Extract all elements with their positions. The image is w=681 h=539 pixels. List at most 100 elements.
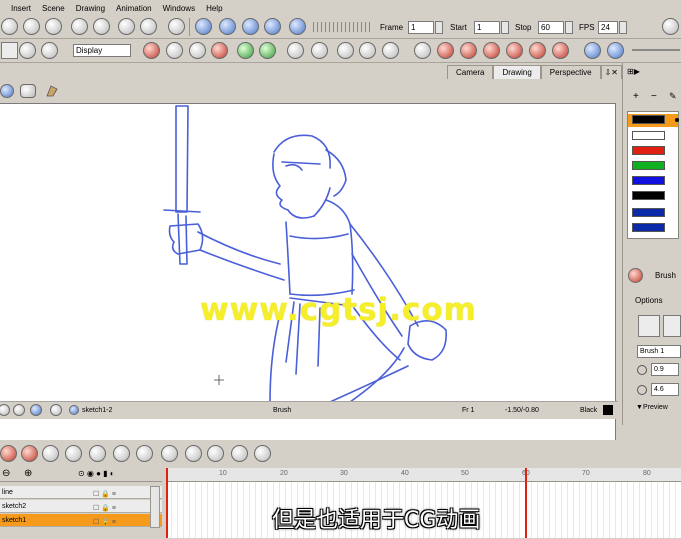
network-icon[interactable] xyxy=(185,445,202,462)
motion-icon[interactable] xyxy=(42,445,59,462)
display-select[interactable]: Display xyxy=(73,44,131,57)
window-icon[interactable] xyxy=(662,18,679,35)
preview-toggle[interactable]: ▼Preview xyxy=(636,403,668,413)
scissors-icon[interactable] xyxy=(140,18,157,35)
add-layer-icon[interactable]: ⊕ xyxy=(24,468,32,479)
layer-scrollbar[interactable] xyxy=(150,486,160,528)
key-ir-icon[interactable] xyxy=(552,42,569,59)
stop-spinner[interactable] xyxy=(565,21,573,34)
swatch-7[interactable] xyxy=(632,208,665,217)
lock-icon[interactable] xyxy=(19,42,36,59)
pencil-icon[interactable] xyxy=(143,42,160,59)
menu-windows[interactable]: Windows xyxy=(162,4,196,13)
layer-row-sketch2[interactable]: sketch2 xyxy=(0,500,162,513)
cross-icon[interactable] xyxy=(168,18,185,35)
layer-toggles[interactable]: ☐ 🔒 ≡ ☐ 🔒 ≡ ☐ 🔒 ≡ xyxy=(93,488,116,530)
remove-layer-icon[interactable]: ⊖ xyxy=(2,468,10,479)
sound-icon[interactable] xyxy=(264,18,281,35)
extend-icon[interactable] xyxy=(254,445,271,462)
key-k-icon[interactable] xyxy=(437,42,454,59)
menu-insert[interactable]: Insert xyxy=(10,4,32,13)
fps-field[interactable]: 24 xyxy=(598,21,618,34)
grid-icon[interactable] xyxy=(46,85,58,97)
brush-option-2[interactable] xyxy=(663,315,681,337)
add-keyframe-icon[interactable] xyxy=(0,445,17,462)
prev-frame-icon[interactable] xyxy=(584,42,601,59)
play-icon[interactable] xyxy=(195,18,212,35)
stop-marker[interactable] xyxy=(525,468,527,538)
pan-icon[interactable] xyxy=(0,404,10,416)
frame-ruler[interactable]: 10 20 30 40 50 60 70 80 xyxy=(166,468,681,482)
unpaint-icon[interactable] xyxy=(259,42,276,59)
add-color-icon[interactable]: + xyxy=(633,91,639,102)
scene-icon[interactable] xyxy=(1,18,18,35)
crosshair-icon[interactable] xyxy=(45,18,62,35)
camera-icon[interactable] xyxy=(311,42,328,59)
onion-view-icon[interactable] xyxy=(20,84,36,98)
hand-icon[interactable] xyxy=(161,445,178,462)
ease-icon[interactable] xyxy=(89,445,106,462)
tab-camera[interactable]: Camera xyxy=(447,65,494,79)
tab-perspective[interactable]: Perspective xyxy=(540,65,601,79)
speed-slider[interactable] xyxy=(313,22,373,32)
rotate-icon[interactable] xyxy=(382,42,399,59)
swatch-8[interactable] xyxy=(632,223,665,232)
key-ka-icon[interactable] xyxy=(506,42,523,59)
swatch-4[interactable] xyxy=(632,161,665,170)
dome-icon[interactable] xyxy=(93,18,110,35)
brush-icon[interactable] xyxy=(189,42,206,59)
gear-icon[interactable] xyxy=(118,18,135,35)
bulb-icon[interactable] xyxy=(71,18,88,35)
cycle-icon[interactable] xyxy=(231,445,248,462)
transform-icon[interactable] xyxy=(41,42,58,59)
current-color-swatch[interactable] xyxy=(603,405,613,415)
key-br-icon[interactable] xyxy=(529,42,546,59)
layer-row-sketch1[interactable]: sketch1 xyxy=(0,514,162,527)
swatch-6[interactable] xyxy=(632,191,665,200)
brush-option-1[interactable] xyxy=(638,315,660,337)
brush-preset-select[interactable]: Brush 1 xyxy=(637,345,681,358)
view-mode-icon[interactable] xyxy=(0,84,14,98)
sound-scrub-icon[interactable] xyxy=(289,18,306,35)
frame-field[interactable]: 1 xyxy=(408,21,434,34)
zoom-slider[interactable] xyxy=(632,49,680,51)
swatch-2[interactable] xyxy=(632,131,665,140)
swatch-1[interactable] xyxy=(632,115,665,124)
reset-icon[interactable] xyxy=(50,404,62,416)
start-spinner[interactable] xyxy=(501,21,509,34)
light-table-icon[interactable] xyxy=(359,42,376,59)
menu-drawing[interactable]: Drawing xyxy=(75,4,106,13)
menu-animation[interactable]: Animation xyxy=(115,4,153,13)
tab-drawing[interactable]: Drawing xyxy=(493,65,541,79)
swatch-5[interactable] xyxy=(632,176,665,185)
zoom-icon[interactable] xyxy=(13,404,25,416)
next-frame-icon[interactable] xyxy=(607,42,624,59)
stop-field[interactable]: 60 xyxy=(538,21,564,34)
playhead[interactable] xyxy=(166,468,168,538)
layer-row-line[interactable]: line xyxy=(0,486,162,499)
tab-menu-button[interactable]: ⇩✕ xyxy=(600,65,622,79)
marker-icon[interactable] xyxy=(207,445,224,462)
lightbulb-icon[interactable] xyxy=(414,42,431,59)
hammer-icon[interactable] xyxy=(166,42,183,59)
layer-props-icon[interactable]: ⊙ ◉ ● ▮ ◐ xyxy=(78,469,115,478)
edit-color-icon[interactable]: ✎ xyxy=(669,91,677,102)
stop-motion-icon[interactable] xyxy=(65,445,82,462)
max-size-field[interactable]: 4.6 xyxy=(651,383,679,396)
play-range-icon[interactable] xyxy=(219,18,236,35)
paint-icon[interactable] xyxy=(237,42,254,59)
panel-tab-icon[interactable]: ⊞▶ xyxy=(627,67,640,76)
frame-spinner[interactable] xyxy=(435,21,443,34)
key-i-icon[interactable] xyxy=(483,42,500,59)
swatch-3[interactable] xyxy=(632,146,665,155)
no-entry-icon[interactable] xyxy=(23,18,40,35)
key-e-icon[interactable] xyxy=(460,42,477,59)
min-size-field[interactable]: 0.9 xyxy=(651,363,679,376)
loop-icon[interactable] xyxy=(242,18,259,35)
menu-help[interactable]: Help xyxy=(205,4,223,13)
start-field[interactable]: 1 xyxy=(474,21,500,34)
peg-icon[interactable] xyxy=(287,42,304,59)
function-icon[interactable] xyxy=(136,445,153,462)
fps-spinner[interactable] xyxy=(619,21,627,34)
menu-scene[interactable]: Scene xyxy=(41,4,66,13)
